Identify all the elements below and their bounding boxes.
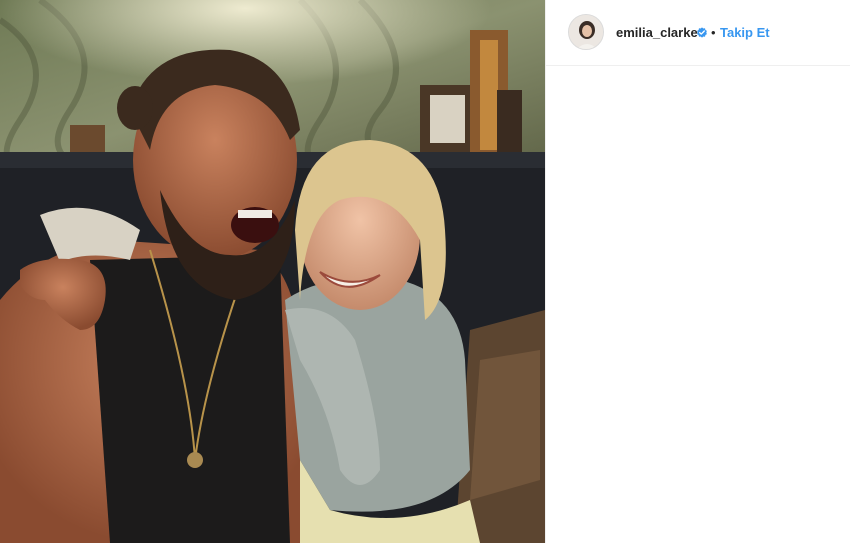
follow-button[interactable]: Takip Et [720, 25, 770, 41]
avatar[interactable] [568, 14, 604, 50]
post-photo[interactable] [0, 0, 545, 543]
separator-dot: • [711, 25, 716, 40]
post-sidebar: emilia_clarke • Takip Et [545, 0, 850, 543]
username-link[interactable]: emilia_clarke [616, 25, 698, 41]
verified-badge-icon [696, 26, 708, 38]
post-header: emilia_clarke • Takip Et [546, 0, 850, 66]
post-photo-image [0, 0, 545, 543]
avatar-image [569, 15, 603, 49]
